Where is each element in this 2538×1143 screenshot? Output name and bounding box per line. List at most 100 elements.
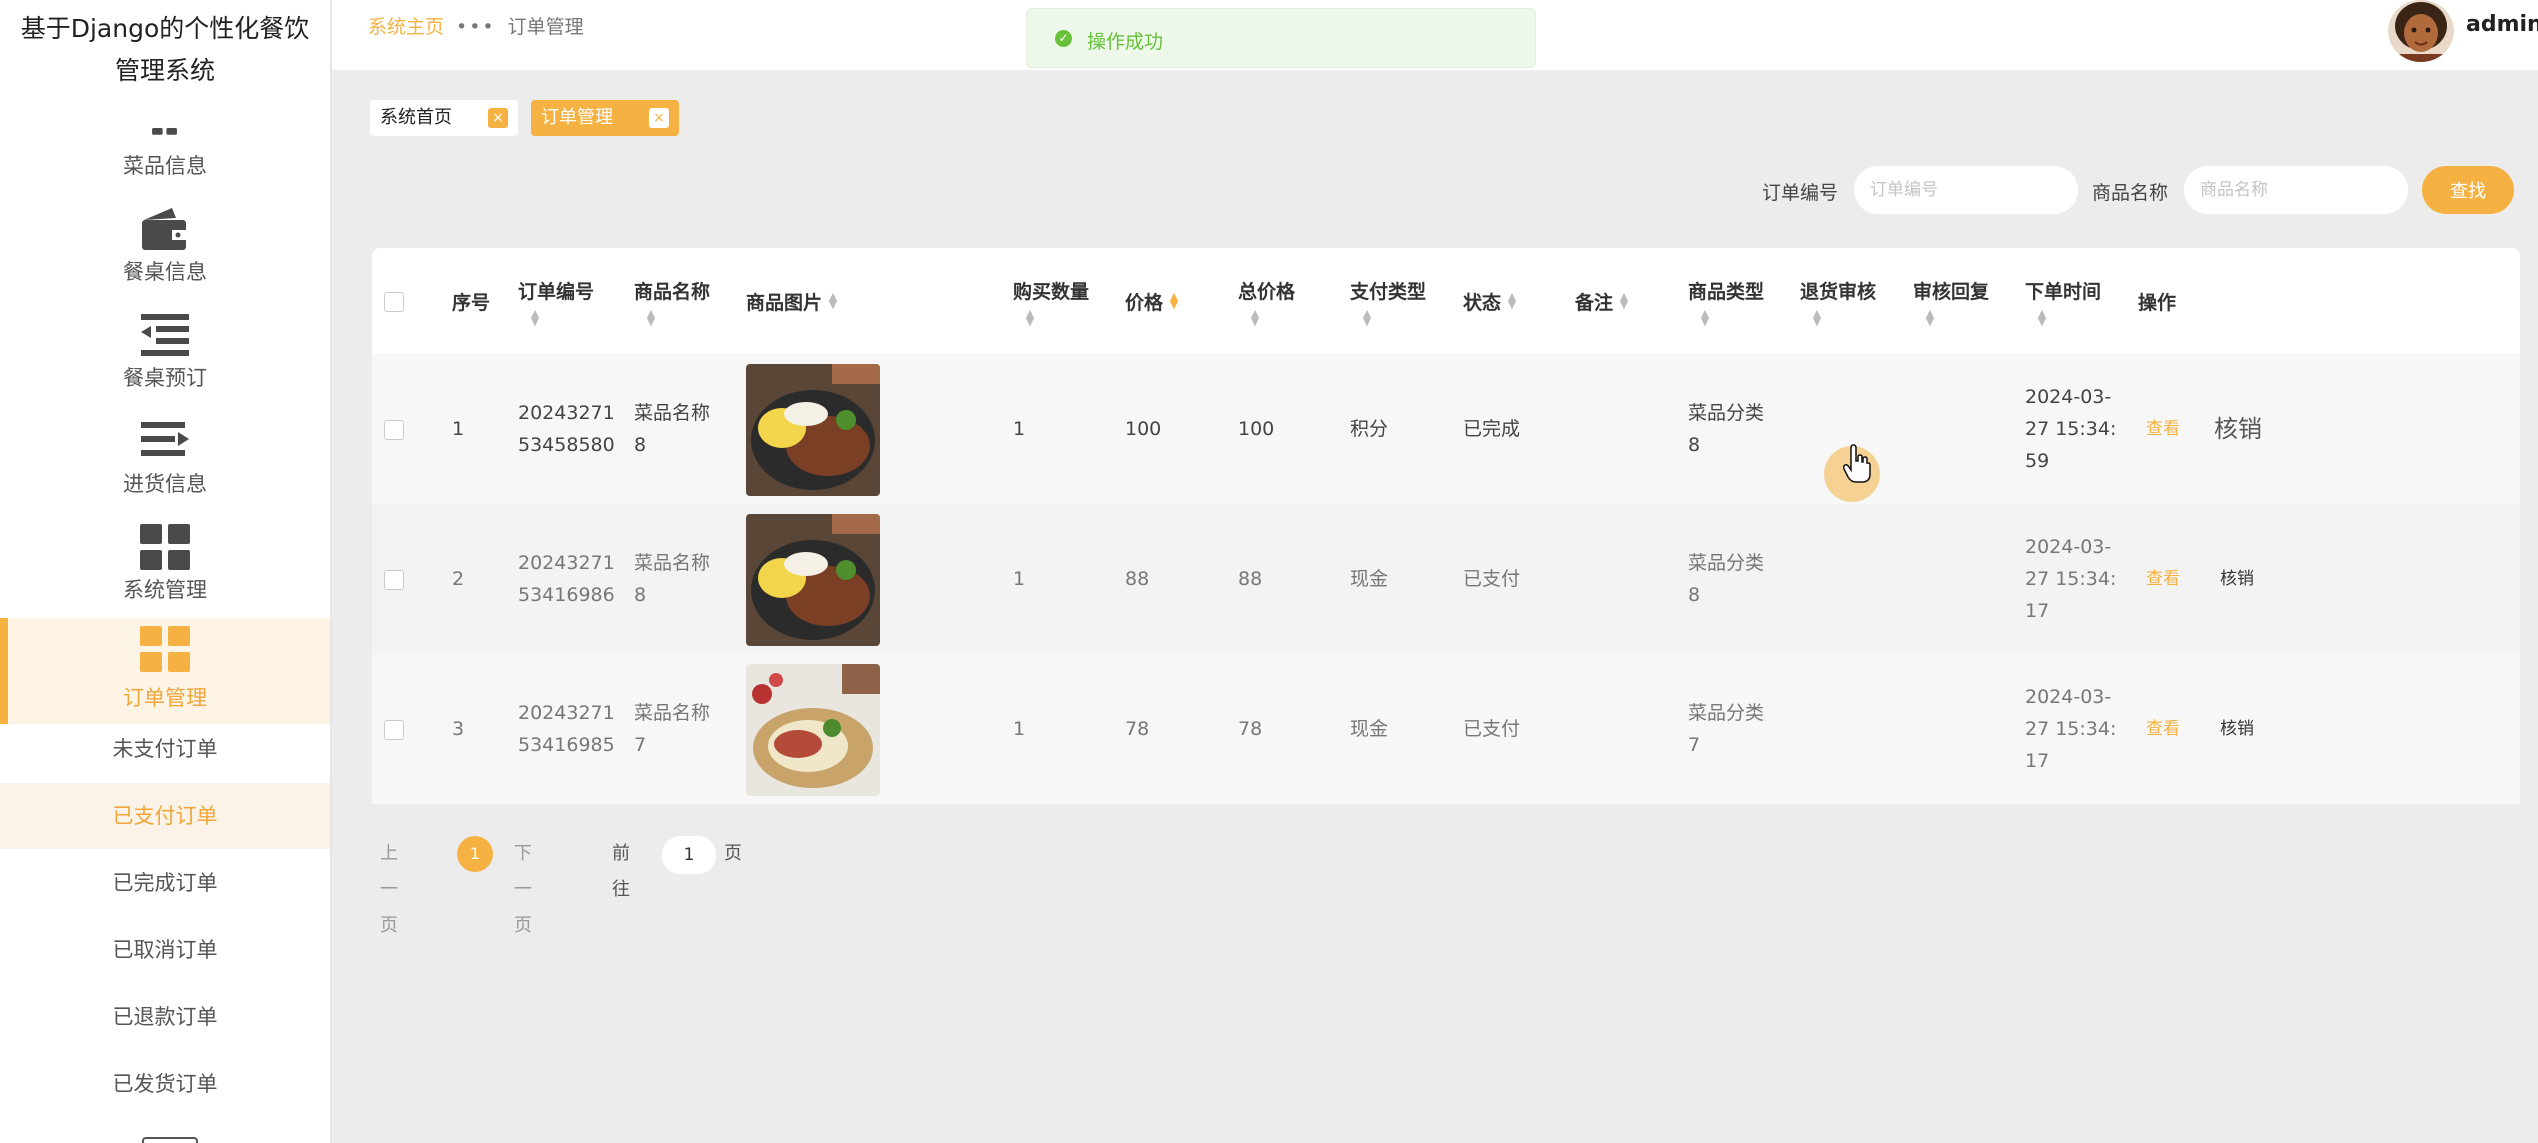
header-order-no[interactable]: 订单编号 ▲ ▼	[518, 248, 594, 354]
sidebar-item-dishes[interactable]: 菜品信息	[0, 106, 330, 206]
view-button[interactable]: 查看	[2146, 504, 2180, 654]
goto-page-input[interactable]	[662, 836, 716, 874]
view-button[interactable]: 查看	[2146, 654, 2180, 804]
header-note[interactable]: 备注 ▲ ▼	[1575, 248, 1631, 354]
cell-index: 3	[452, 718, 465, 740]
header-pay-type[interactable]: 支付类型 ▲ ▼	[1350, 248, 1426, 354]
tab-home[interactable]: 系统首页 ×	[370, 100, 518, 136]
sort-icon: ▲ ▼	[1362, 306, 1372, 328]
sort-icon: ▲ ▼	[1619, 290, 1629, 311]
row-checkbox[interactable]	[384, 720, 404, 740]
avatar[interactable]	[2388, 0, 2454, 62]
header-status[interactable]: 状态 ▲ ▼	[1463, 248, 1519, 354]
tab-label: 系统首页	[380, 107, 452, 128]
header-price[interactable]: 价格 ▲ ▼	[1125, 248, 1181, 354]
verify-button[interactable]: 核销	[2214, 354, 2262, 504]
page-label: 页	[724, 843, 742, 864]
sort-icon: ▲ ▼	[530, 306, 540, 328]
submenu-completed-orders[interactable]: 已完成订单	[0, 850, 330, 916]
row-checkbox[interactable]	[384, 570, 404, 590]
cell-index: 1	[452, 418, 465, 440]
cell-status: 已支付	[1463, 718, 1521, 740]
list-arrow-icon	[141, 422, 189, 456]
product-name-input[interactable]	[2184, 166, 2408, 214]
cell-product-type: 菜品分类 8	[1688, 402, 1765, 456]
submenu-shipped-orders[interactable]: 已发货订单	[0, 1051, 330, 1117]
cell-order-no: 20243271 53416986	[518, 552, 615, 606]
cell-product-type: 菜品分类 8	[1688, 552, 1765, 606]
cell-order-time: 2024-03- 27 15:34: 17	[2025, 536, 2117, 622]
sidebar-item-label: 菜品信息	[123, 154, 207, 178]
goto-label: 前往	[612, 843, 630, 900]
submenu-cancelled-orders[interactable]: 已取消订单	[0, 917, 330, 983]
sidebar-item-system[interactable]: 系统管理	[0, 518, 330, 618]
breadcrumb-current: 订单管理	[507, 16, 584, 38]
cell-status: 已支付	[1463, 568, 1521, 590]
row-checkbox[interactable]	[384, 420, 404, 440]
product-image	[746, 514, 880, 646]
breadcrumb-home[interactable]: 系统主页	[368, 16, 444, 38]
header-return-review[interactable]: 退货审核 ▲ ▼	[1800, 248, 1876, 354]
order-no-input[interactable]	[1854, 166, 2078, 214]
submenu-refunded-orders[interactable]: 已退款订单	[0, 984, 330, 1050]
header-review-reply[interactable]: 审核回复 ▲ ▼	[1913, 248, 1989, 354]
breadcrumb-separator: •••	[456, 16, 496, 38]
sort-icon: ▲ ▼	[646, 306, 656, 328]
cell-total: 100	[1238, 418, 1275, 440]
food-icon	[152, 128, 177, 135]
cell-total: 78	[1238, 718, 1263, 740]
header-quantity[interactable]: 购买数量 ▲ ▼	[1013, 248, 1089, 354]
hand-cursor-icon	[1842, 444, 1871, 483]
sort-icon: ▲ ▼	[1700, 306, 1710, 328]
grid-icon	[140, 524, 190, 570]
submenu-unpaid-orders[interactable]: 未支付订单	[0, 716, 330, 782]
cell-product-name: 菜品名称 7	[634, 702, 711, 756]
cell-order-time: 2024-03- 27 15:34: 17	[2025, 686, 2117, 772]
product-image	[746, 364, 880, 496]
cell-quantity: 1	[1013, 418, 1026, 440]
tab-order-management[interactable]: 订单管理 ×	[531, 100, 679, 136]
verify-button[interactable]: 核销	[2220, 504, 2254, 654]
product-image	[746, 664, 880, 796]
product-name-label: 商品名称	[2092, 182, 2169, 204]
search-button[interactable]: 查找	[2422, 166, 2514, 214]
table-body: 1 20243271 53458580 菜品名称 8 1 100 100 积分 已完…	[372, 354, 2520, 804]
sidebar-item-reservation[interactable]: 餐桌预订	[0, 306, 330, 406]
header-order-time[interactable]: 下单时间 ▲ ▼	[2025, 248, 2101, 354]
view-button[interactable]: 查看	[2146, 354, 2180, 504]
select-all-checkbox[interactable]	[384, 292, 404, 312]
cell-order-time: 2024-03- 27 15:34: 59	[2025, 386, 2117, 472]
sidebar-item-orders[interactable]: 订单管理	[0, 618, 330, 724]
sidebar-item-tables[interactable]: 餐桌信息	[0, 200, 330, 300]
app-title: 基于Django的个性化餐饮 管理系统	[0, 8, 330, 92]
prev-page-button[interactable]: 上一页	[380, 836, 398, 936]
cell-product-name: 菜品名称 8	[634, 402, 711, 456]
sort-icon: ▲ ▼	[1925, 306, 1935, 328]
cell-pay-type: 现金	[1350, 718, 1389, 740]
sidebar: 基于Django的个性化餐饮 管理系统 菜品信息 餐桌信息 餐桌预订 进货信息 …	[0, 0, 332, 1143]
table-row: 1 20243271 53458580 菜品名称 8 1 100 100 积分 已完…	[372, 354, 2520, 504]
cell-quantity: 1	[1013, 718, 1026, 740]
close-icon[interactable]: ×	[488, 108, 508, 128]
header-product-name[interactable]: 商品名称 ▲ ▼	[634, 248, 710, 354]
sort-icon: ▲ ▼	[1250, 306, 1260, 328]
tab-label: 订单管理	[541, 107, 613, 128]
breadcrumb: 系统主页 ••• 订单管理	[368, 12, 584, 39]
username[interactable]: admin	[2466, 12, 2538, 37]
sidebar-item-label: 进货信息	[123, 472, 207, 496]
header-total[interactable]: 总价格 ▲ ▼	[1238, 248, 1295, 354]
verify-button[interactable]: 核销	[2220, 654, 2254, 804]
cell-pay-type: 积分	[1350, 418, 1389, 440]
cell-index: 2	[452, 568, 465, 590]
close-icon[interactable]: ×	[649, 108, 669, 128]
cell-quantity: 1	[1013, 568, 1026, 590]
submenu-paid-orders[interactable]: 已支付订单	[0, 783, 330, 849]
sort-icon: ▲ ▼	[2037, 306, 2047, 328]
next-page-button[interactable]: 下一页	[514, 836, 532, 936]
header-product-type[interactable]: 商品类型 ▲ ▼	[1688, 248, 1764, 354]
page-number-current[interactable]: 1	[457, 836, 493, 872]
sidebar-item-label: 餐桌信息	[123, 260, 207, 284]
sidebar-item-stock[interactable]: 进货信息	[0, 412, 330, 512]
toast-message: 操作成功	[1087, 31, 1164, 53]
header-product-image[interactable]: 商品图片 ▲ ▼	[746, 248, 840, 354]
